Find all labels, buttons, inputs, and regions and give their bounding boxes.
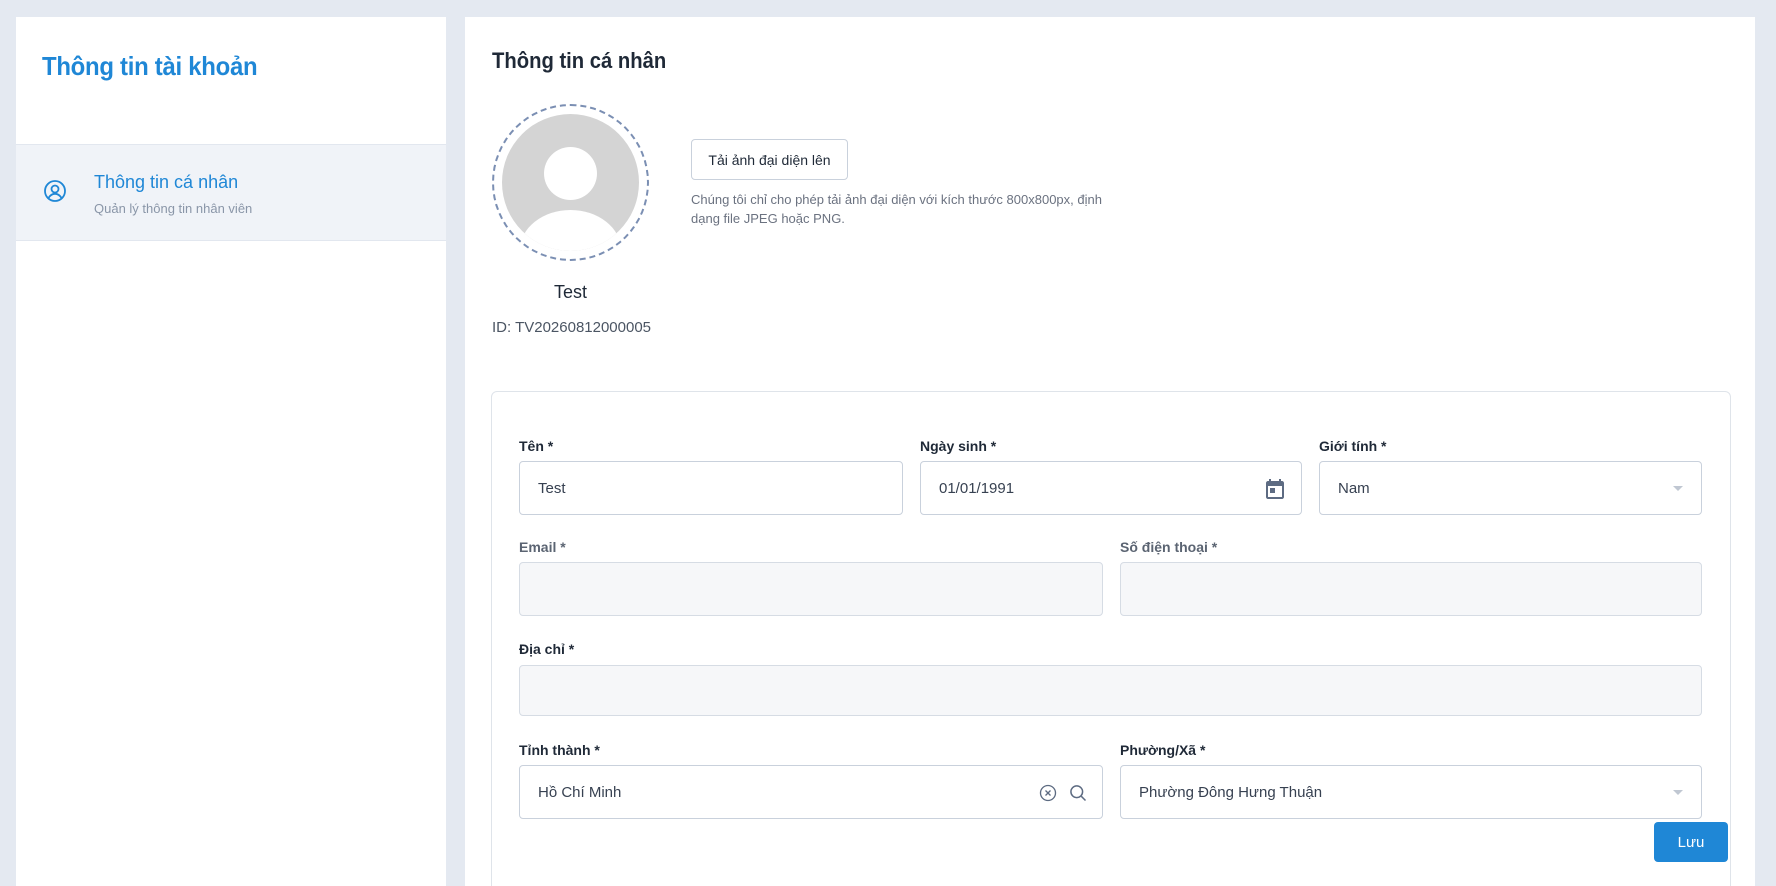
gender-select[interactable]: Nam [1319, 461, 1702, 515]
address-label: Địa chỉ * [519, 641, 575, 657]
ward-select[interactable]: Phường Đông Hưng Thuận [1120, 765, 1702, 819]
avatar-body-shape [520, 210, 621, 251]
chevron-down-icon [1673, 790, 1683, 795]
upload-note: Chúng tôi chỉ cho phép tải ảnh đại diện … [691, 192, 1102, 226]
chevron-down-icon [1673, 486, 1683, 491]
personal-info-form: Tên * Test Ngày sinh * 01/01/1991 Giới t… [491, 391, 1731, 886]
dob-value: 01/01/1991 [939, 479, 1015, 497]
profile-name: Test [553, 282, 587, 302]
sidebar-title: Thông tin tài khoản [42, 51, 258, 81]
phone-input[interactable] [1120, 562, 1702, 616]
name-label: Tên * [519, 438, 554, 454]
address-input[interactable] [519, 665, 1702, 716]
phone-label: Số điện thoại * [1120, 539, 1218, 555]
avatar-head-shape [544, 147, 597, 200]
upload-avatar-button[interactable]: Tải ảnh đại diện lên [691, 139, 848, 180]
sidebar-item-personal-info[interactable]: Thông tin cá nhân Quản lý thông tin nhân… [16, 144, 446, 241]
profile-id: ID: TV20260812000005 [492, 319, 652, 336]
ward-value: Phường Đông Hưng Thuận [1139, 783, 1323, 801]
main-panel: Thông tin cá nhân Test ID: TV20260812000… [465, 17, 1755, 886]
avatar [502, 114, 639, 251]
sidebar-item-description: Quản lý thông tin nhân viên [94, 201, 253, 216]
calendar-icon[interactable] [1263, 477, 1287, 501]
search-icon[interactable] [1068, 783, 1088, 803]
save-button[interactable]: Lưu [1654, 822, 1728, 862]
ward-label: Phường/Xã * [1120, 742, 1206, 758]
dob-label: Ngày sinh * [920, 438, 997, 454]
gender-label: Giới tính * [1319, 438, 1387, 454]
page-title: Thông tin cá nhân [492, 48, 667, 73]
province-label: Tỉnh thành * [519, 742, 600, 758]
sidebar-item-label: Thông tin cá nhân [94, 172, 239, 192]
avatar-frame [492, 104, 649, 261]
user-circle-icon [44, 180, 66, 202]
clear-icon[interactable] [1038, 783, 1058, 803]
email-label: Email * [519, 539, 566, 555]
dob-input[interactable]: 01/01/1991 [920, 461, 1302, 515]
gender-value: Nam [1338, 479, 1370, 497]
sidebar: Thông tin tài khoản Thông tin cá nhân Qu… [16, 17, 446, 886]
province-value: Hồ Chí Minh [538, 783, 622, 801]
email-input[interactable] [519, 562, 1103, 616]
province-input[interactable]: Hồ Chí Minh [519, 765, 1103, 819]
name-input[interactable]: Test [519, 461, 903, 515]
name-value: Test [538, 479, 566, 497]
